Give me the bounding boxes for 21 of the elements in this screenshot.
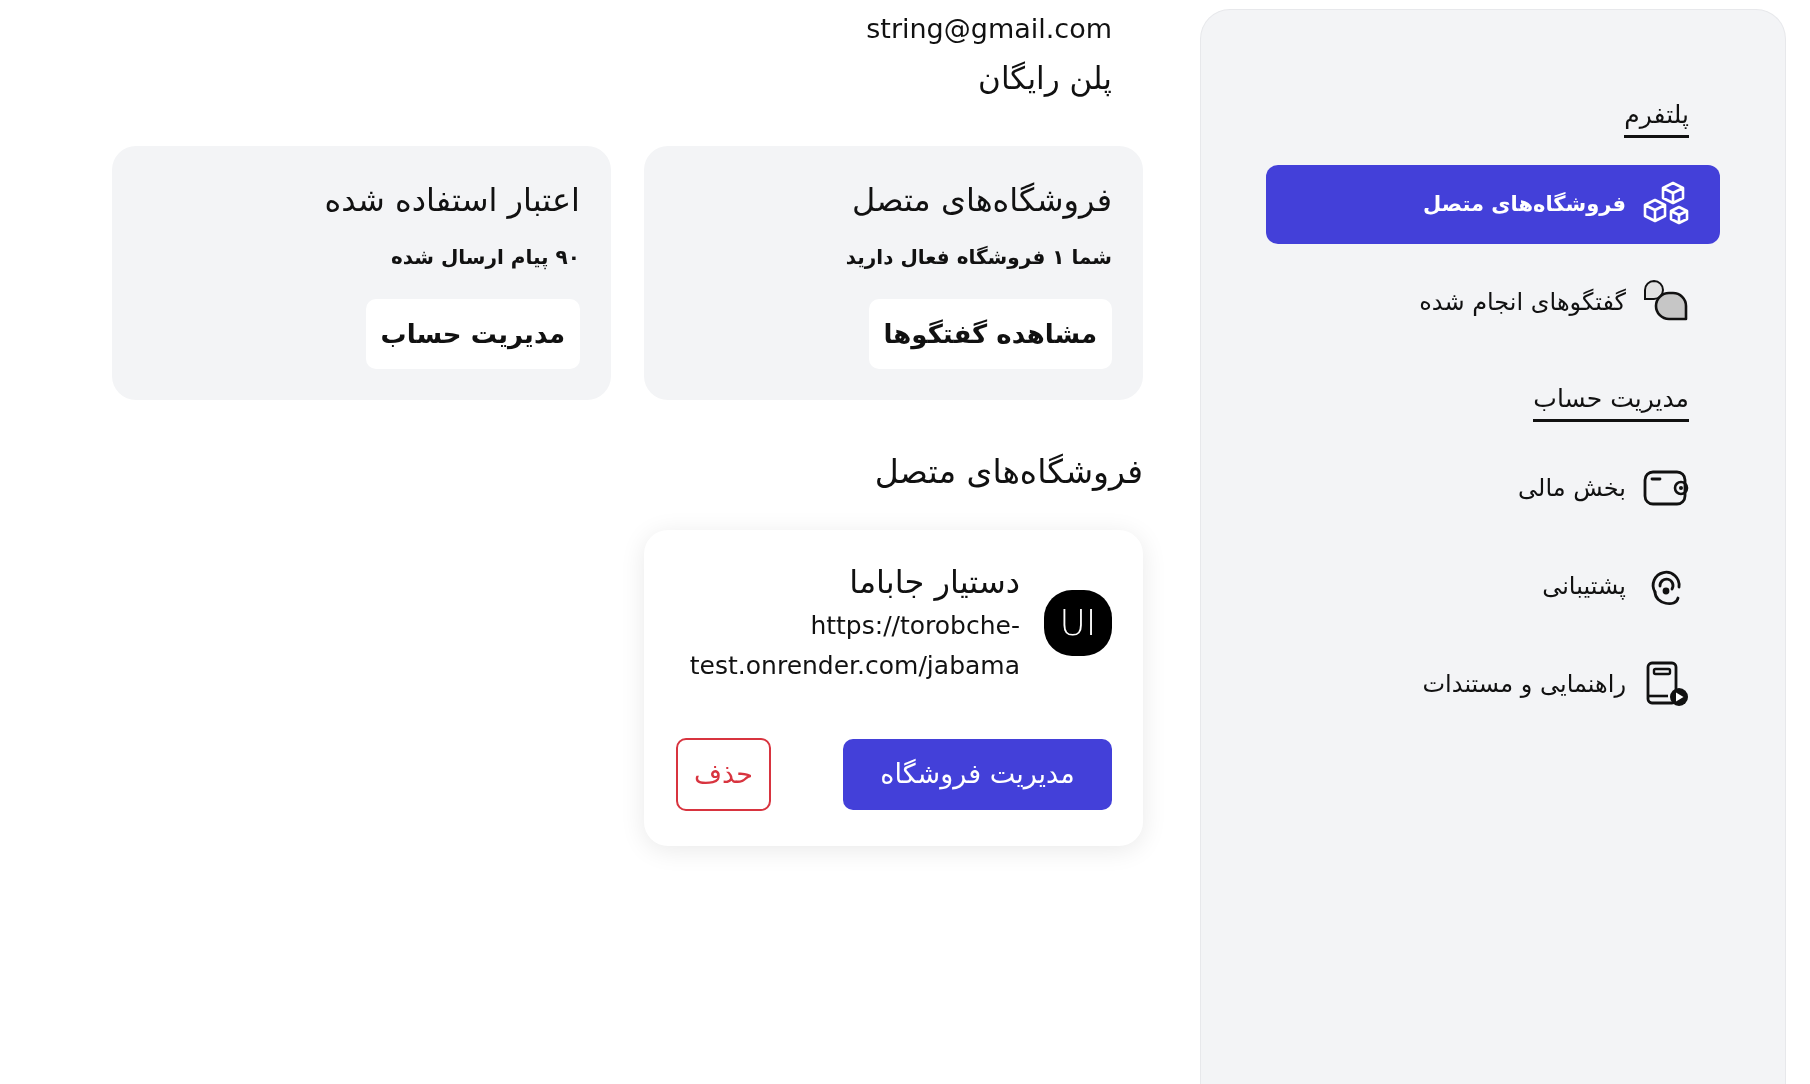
sidebar-item[interactable]: راهنمایی و مستندات — [1266, 644, 1720, 724]
panel-title: فروشگاه‌های متصل — [851, 180, 1112, 221]
section-heading: پلتفرم — [1624, 98, 1689, 138]
store-name: دستیار جاباما — [849, 562, 1020, 603]
section-heading: مدیریت حساب — [1533, 381, 1689, 422]
sidebar-item[interactable]: فروشگاه‌های متصل — [1266, 164, 1720, 244]
panel-title: اعتبار استفاده شده — [324, 180, 580, 221]
panel-subtitle: شما ۱ فروشگاه فعال دارید — [845, 244, 1112, 271]
panel-subtitle: ۹۰ پیام ارسال شده — [390, 244, 580, 271]
sidebar-item[interactable]: گفتگوهای انجام شده — [1266, 262, 1720, 342]
sidebar-item[interactable]: بخش مالی — [1266, 448, 1720, 528]
panel-action-button[interactable]: مدیریت حساب — [365, 299, 580, 369]
manage-store-button[interactable]: مدیریت فروشگاه — [843, 739, 1112, 810]
delete-button[interactable]: حذف — [676, 738, 771, 811]
store-url: https://torobche-test.onrender.com/jabama — [688, 610, 1020, 682]
panel-action-button[interactable]: مشاهده گفتگوها — [868, 299, 1112, 369]
section-title: فروشگاه‌های متصل — [873, 451, 1143, 493]
store-avatar: UI — [1044, 590, 1112, 656]
sidebar-item[interactable]: پشتیبانی — [1266, 546, 1720, 626]
account-email: string@gmail.com — [866, 12, 1112, 46]
plan-name: پلن رایگان — [978, 59, 1112, 99]
